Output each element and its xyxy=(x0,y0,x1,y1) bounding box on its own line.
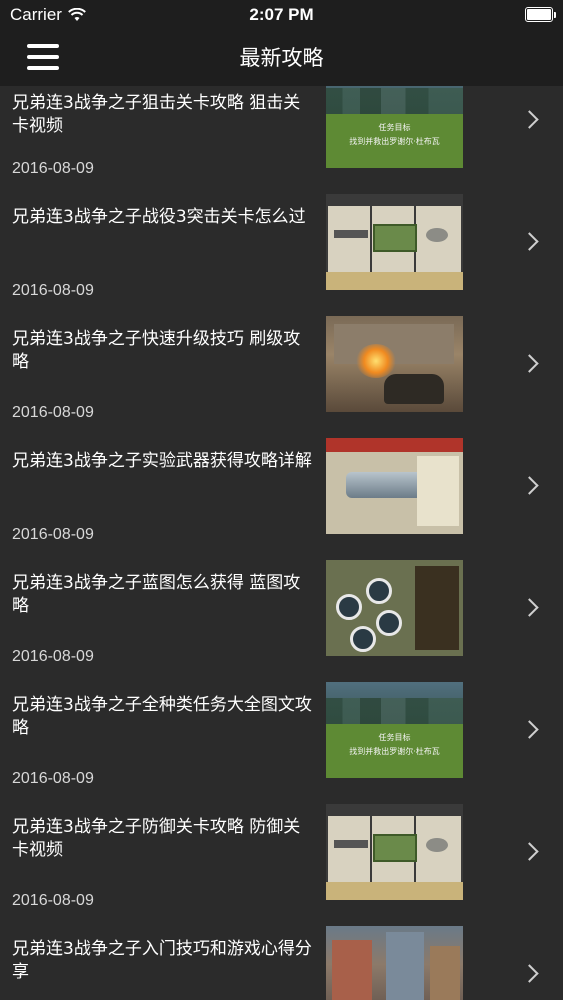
thumbnail-caption: 任务目标 xyxy=(378,733,411,742)
article-thumbnail xyxy=(326,560,463,656)
list-item[interactable]: 兄弟连3战争之子狙击关卡攻略 狙击关卡视频 2016-08-09 任务目标找到并救出… xyxy=(0,86,563,182)
article-date: 2016-08-09 xyxy=(12,526,94,543)
chevron-right-icon xyxy=(520,598,539,617)
article-title: 兄弟连3战争之子实验武器获得攻略详解 xyxy=(12,451,312,471)
list-item[interactable]: 兄弟连3战争之子实验武器获得攻略详解 2016-08-09 xyxy=(0,426,563,548)
article-title: 兄弟连3战争之子入门技巧和游戏心得分享 xyxy=(12,939,312,982)
article-date: 2016-08-09 xyxy=(12,282,94,299)
chevron-right-icon xyxy=(520,232,539,251)
article-title: 兄弟连3战争之子全种类任务大全图文攻略 xyxy=(12,695,312,738)
article-thumbnail: 任务目标找到并救出罗谢尔·杜布瓦 xyxy=(326,682,463,778)
chevron-right-icon xyxy=(520,110,539,129)
chevron-right-icon xyxy=(520,842,539,861)
chevron-right-icon xyxy=(520,964,539,983)
chevron-right-icon xyxy=(520,354,539,373)
article-thumbnail xyxy=(326,438,463,534)
article-list[interactable]: 兄弟连3战争之子狙击关卡攻略 狙击关卡视频 2016-08-09 任务目标 找到并救出… xyxy=(0,86,563,1000)
article-title: 兄弟连3战争之子快速升级技巧 刷级攻略 xyxy=(12,329,301,372)
chevron-right-icon xyxy=(520,476,539,495)
status-time: 2:07 PM xyxy=(249,5,314,24)
list-item[interactable]: 兄弟连3战争之子战役3突击关卡怎么过 2016-08-09 xyxy=(0,182,563,304)
article-date: 2016-08-09 xyxy=(12,404,94,421)
thumbnail-caption: 找到并救出罗谢尔·杜布瓦 xyxy=(349,137,440,146)
article-date: 2016-08-09 xyxy=(12,770,94,787)
article-date: 2016-08-09 xyxy=(12,648,94,665)
article-date: 2016-08-09 xyxy=(12,160,94,177)
list-item[interactable]: 兄弟连3战争之子蓝图怎么获得 蓝图攻略 2016-08-09 xyxy=(0,548,563,670)
article-thumbnail xyxy=(326,926,463,1000)
page-title: 最新攻略 xyxy=(239,46,324,70)
article-date: 2016-08-09 xyxy=(12,892,94,909)
article-title: 兄弟连3战争之子蓝图怎么获得 蓝图攻略 xyxy=(12,573,301,616)
article-thumbnail xyxy=(326,194,463,290)
list-item[interactable]: 兄弟连3战争之子防御关卡攻略 防御关卡视频 2016-08-09 xyxy=(0,792,563,914)
article-title: 兄弟连3战争之子战役3突击关卡怎么过 xyxy=(12,207,306,227)
thumbnail-caption: 任务目标 xyxy=(378,123,411,132)
list-item[interactable]: 兄弟连3战争之子全种类任务大全图文攻略 2016-08-09 任务目标找到并救出罗谢… xyxy=(0,670,563,792)
article-thumbnail: 任务目标找到并救出罗谢尔·杜布瓦 xyxy=(326,86,463,168)
article-title: 兄弟连3战争之子防御关卡攻略 防御关卡视频 xyxy=(12,817,301,860)
list-item[interactable]: 兄弟连3战争之子入门技巧和游戏心得分享 xyxy=(0,914,563,1000)
chevron-right-icon xyxy=(520,720,539,739)
article-thumbnail xyxy=(326,804,463,900)
battery-icon xyxy=(525,7,556,22)
article-title: 兄弟连3战争之子狙击关卡攻略 狙击关卡视频 xyxy=(12,93,301,136)
list-item[interactable]: 兄弟连3战争之子快速升级技巧 刷级攻略 2016-08-09 xyxy=(0,304,563,426)
thumbnail-caption: 找到并救出罗谢尔·杜布瓦 xyxy=(349,747,440,756)
status-bar: Carrier 2:07 PM xyxy=(0,0,563,30)
navigation-bar: 最新攻略 xyxy=(0,30,563,86)
article-thumbnail xyxy=(326,316,463,412)
